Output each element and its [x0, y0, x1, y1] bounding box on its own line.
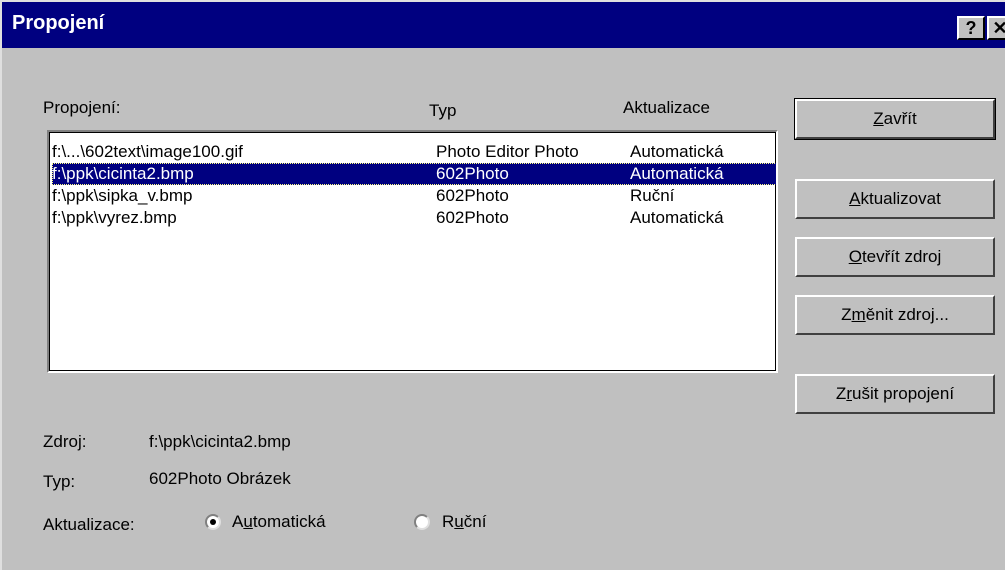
column-header-update: Aktualizace — [623, 98, 710, 117]
list-item-update: Automatická — [630, 164, 724, 183]
open-source-button[interactable]: Otevřít zdroj — [795, 237, 995, 277]
update-mode-label: Aktualizace: — [43, 515, 135, 534]
list-item-update: Automatická — [630, 208, 724, 227]
radio-automatic-label[interactable]: Automatická — [232, 512, 326, 532]
window-title: Propojení — [12, 12, 105, 34]
list-item[interactable]: f:\ppk\sipka_v.bmp 602Photo Ruční — [52, 185, 776, 207]
list-item-type: 602Photo — [436, 164, 509, 183]
list-item-link: f:\...\602text\image100.gif — [52, 142, 243, 161]
radio-selected-dot — [210, 519, 216, 525]
list-item[interactable]: f:\...\602text\image100.gif Photo Editor… — [52, 141, 776, 163]
list-item-link: f:\ppk\vyrez.bmp — [52, 208, 177, 227]
radio-manual-label[interactable]: Ruční — [442, 512, 486, 532]
list-item-link: f:\ppk\sipka_v.bmp — [52, 186, 193, 205]
links-dialog: Propojení ? ✕ Propojení: Typ Aktualizace… — [0, 0, 1005, 570]
type-value: 602Photo Obrázek — [149, 469, 291, 488]
radio-manual[interactable] — [414, 514, 430, 530]
list-item-type: 602Photo — [436, 186, 509, 205]
update-button[interactable]: Aktualizovat — [795, 179, 995, 219]
list-item-selected[interactable]: f:\ppk\cicinta2.bmp 602Photo Automatická — [52, 163, 776, 185]
list-item-update: Automatická — [630, 142, 724, 161]
links-list-label: Propojení: — [43, 98, 121, 117]
break-link-button[interactable]: Zrušit propojení — [795, 374, 995, 414]
title-bar: Propojení ? ✕ — [2, 2, 1005, 48]
list-item-type: 602Photo — [436, 208, 509, 227]
close-button[interactable]: Zavřít — [794, 98, 996, 140]
source-label: Zdroj: — [43, 432, 87, 451]
list-item-update: Ruční — [630, 186, 675, 205]
list-item-link: f:\ppk\cicinta2.bmp — [52, 164, 194, 183]
list-item[interactable]: f:\ppk\vyrez.bmp 602Photo Automatická — [52, 207, 776, 229]
column-header-type: Typ — [429, 101, 457, 120]
list-item-type: Photo Editor Photo — [436, 142, 579, 161]
help-button[interactable]: ? — [957, 16, 985, 40]
radio-automatic[interactable] — [205, 514, 221, 530]
type-label: Typ: — [43, 472, 76, 491]
close-window-button[interactable]: ✕ — [987, 16, 1005, 40]
source-value: f:\ppk\cicinta2.bmp — [149, 432, 291, 451]
change-source-button[interactable]: Změnit zdroj... — [795, 295, 995, 335]
links-list[interactable]: f:\...\602text\image100.gif Photo Editor… — [47, 130, 778, 373]
